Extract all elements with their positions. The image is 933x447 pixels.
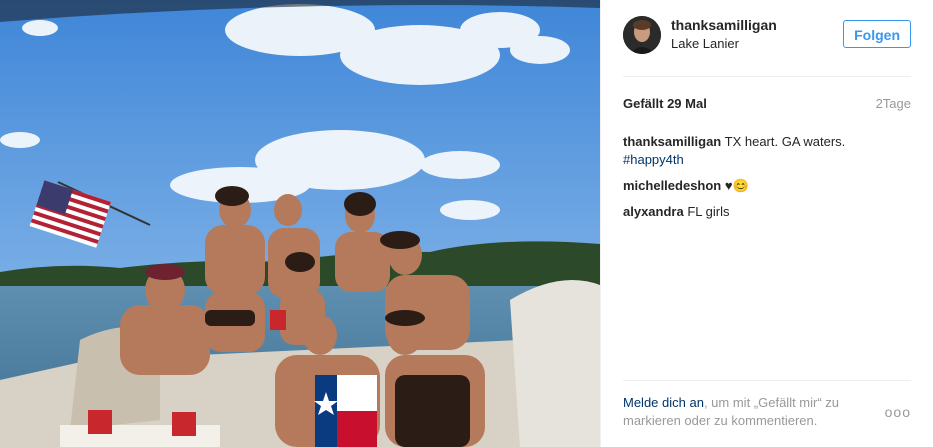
avatar[interactable] xyxy=(623,16,661,54)
comment-list: thanksamilligan TX heart. GA waters. #ha… xyxy=(623,133,911,229)
texas-flag-graphic xyxy=(314,375,377,447)
comment-item: thanksamilligan TX heart. GA waters. #ha… xyxy=(623,133,911,169)
comment-text: TX heart. GA waters. xyxy=(724,134,846,149)
likes-count[interactable]: Gefällt 29 Mal xyxy=(623,96,707,111)
footer-divider xyxy=(623,380,911,381)
hashtag-link[interactable]: #happy4th xyxy=(623,152,684,167)
more-options-icon[interactable]: ooo xyxy=(885,404,911,420)
comment-username[interactable]: thanksamilligan xyxy=(623,134,721,149)
comment-username[interactable]: alyxandra xyxy=(623,204,684,219)
header-divider xyxy=(623,76,911,77)
comment-item: michelledeshon ♥😊 xyxy=(623,177,911,195)
follow-button[interactable]: Folgen xyxy=(843,20,911,48)
comment-item: alyxandra FL girls xyxy=(623,203,911,221)
post-photo[interactable] xyxy=(0,0,600,447)
post-location[interactable]: Lake Lanier xyxy=(671,36,739,51)
post-sidebar: thanksamilligan Lake Lanier Folgen Gefäl… xyxy=(600,0,933,447)
instagram-post-view: thanksamilligan Lake Lanier Folgen Gefäl… xyxy=(0,0,933,447)
login-link[interactable]: Melde dich an xyxy=(623,395,704,410)
login-prompt: Melde dich an, um mit „Gefällt mir“ zu m… xyxy=(623,394,893,430)
comment-text: ♥😊 xyxy=(724,178,749,193)
comment-text: FL girls xyxy=(687,204,730,219)
post-timestamp[interactable]: 2Tage xyxy=(876,96,911,111)
comment-username[interactable]: michelledeshon xyxy=(623,178,721,193)
photo-illustration xyxy=(0,0,600,447)
post-header: thanksamilligan Lake Lanier Folgen xyxy=(623,16,911,56)
post-username[interactable]: thanksamilligan xyxy=(671,17,777,33)
profile-photo-icon xyxy=(623,16,661,54)
